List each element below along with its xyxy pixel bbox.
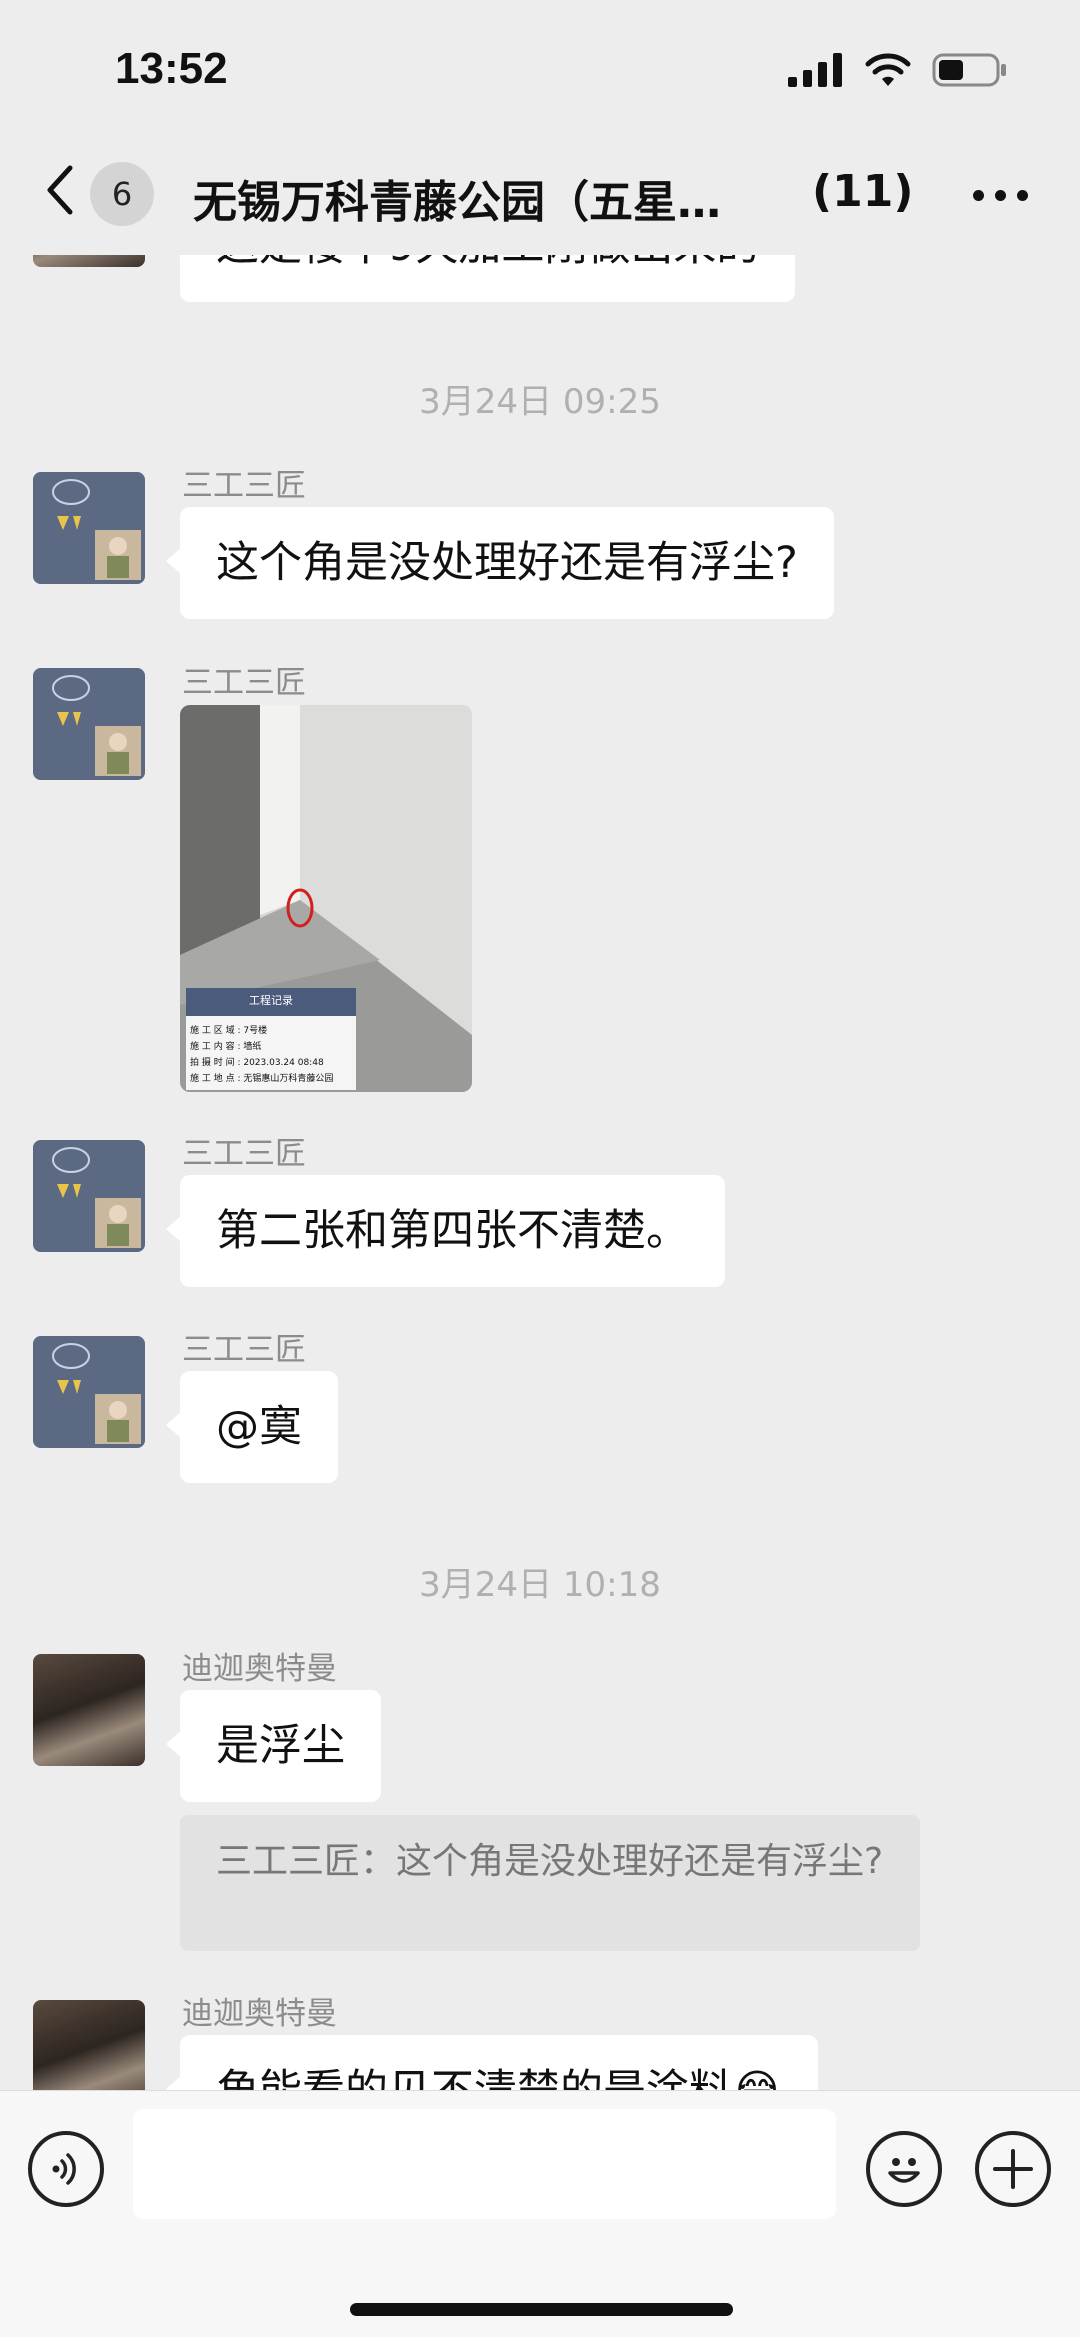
avatar[interactable]: [33, 1336, 145, 1448]
message-text: 这个角是没处理好还是有浮尘?: [216, 538, 798, 588]
unread-badge[interactable]: 6: [90, 162, 154, 226]
chat-area[interactable]: 这是楼下9天加工刚做出来的 3月24日 09:25 三工三匠 这个角是没处理好还…: [0, 0, 1080, 2090]
message-text: 是浮尘: [216, 1721, 345, 1771]
message-bubble[interactable]: 角能看的见不清楚的是涂料😂: [165, 2035, 819, 2090]
message-bubble[interactable]: @寞: [166, 1371, 338, 1483]
timestamp: 3月24日 09:25: [419, 382, 661, 422]
input-bar: [0, 2090, 1080, 2337]
wifi-icon: [865, 53, 911, 86]
photo-caption-row: 施 工 地 点 : 无锡惠山万科青藤公园: [190, 1074, 334, 1084]
logo-avatar-icon: [33, 668, 145, 780]
voice-button[interactable]: [28, 2131, 104, 2207]
sender-name: 三工三匠: [182, 1136, 306, 1172]
message-bubble[interactable]: 这个角是没处理好还是有浮尘?: [166, 507, 834, 619]
voice-icon: [52, 2153, 76, 2185]
battery-icon: [932, 53, 1006, 87]
status-icons: [788, 52, 1008, 88]
message-bubble[interactable]: 是浮尘: [166, 1690, 381, 1802]
plus-icon: [993, 2149, 1033, 2189]
quoted-message[interactable]: 三工三匠：这个角是没处理好还是有浮尘?: [180, 1815, 920, 1951]
message-input[interactable]: [133, 2109, 836, 2219]
message-bubble[interactable]: 第二张和第四张不清楚。: [166, 1175, 725, 1287]
photo-caption-row: 拍 摄 时 间 : 2023.03.24 08:48: [190, 1058, 324, 1068]
nav-bar: 6 无锡万科青藤公园（五星… (11): [0, 130, 1080, 255]
add-button[interactable]: [975, 2131, 1051, 2207]
logo-avatar-icon: [33, 472, 145, 584]
logo-avatar-icon: [33, 1336, 145, 1448]
sender-name: 迪迦奥特曼: [182, 1651, 337, 1687]
message-text: 第二张和第四张不清楚。: [216, 1206, 689, 1256]
avatar[interactable]: [33, 2000, 145, 2090]
avatar[interactable]: [33, 668, 145, 780]
timestamp: 3月24日 10:18: [419, 1565, 661, 1605]
member-count: (11): [812, 166, 914, 217]
status-bar: 13:52: [0, 0, 1080, 140]
emoji-button[interactable]: [866, 2131, 942, 2207]
message-text: @寞: [216, 1402, 302, 1452]
emoji-icon: [888, 2158, 920, 2183]
image-message[interactable]: 工程记录 施 工 区 域 : 7号楼 施 工 内 容 : 墙纸 拍 摄 时 间 …: [180, 705, 472, 1092]
photo-caption-row: 施 工 内 容 : 墙纸: [190, 1042, 262, 1052]
avatar[interactable]: [33, 1140, 145, 1252]
more-options-icon[interactable]: [973, 190, 1028, 201]
sender-name: 三工三匠: [182, 1332, 306, 1368]
sender-name: 三工三匠: [182, 665, 306, 701]
logo-avatar-icon: [33, 1140, 145, 1252]
home-indicator: [350, 2303, 733, 2316]
chat-title: 无锡万科青藤公园（五星…: [193, 177, 721, 228]
avatar[interactable]: [33, 472, 145, 584]
message-text: 角能看的见不清楚的是涂料😂: [216, 2066, 782, 2090]
sender-name: 三工三匠: [182, 468, 306, 504]
sender-name: 迪迦奥特曼: [182, 1996, 337, 2032]
signal-icon: [788, 53, 842, 87]
photo-caption-title: 工程记录: [249, 994, 293, 1007]
photo-caption-row: 施 工 区 域 : 7号楼: [190, 1026, 268, 1036]
avatar[interactable]: [33, 1654, 145, 1766]
back-chevron-icon[interactable]: [40, 160, 80, 220]
status-time: 13:52: [115, 44, 228, 93]
